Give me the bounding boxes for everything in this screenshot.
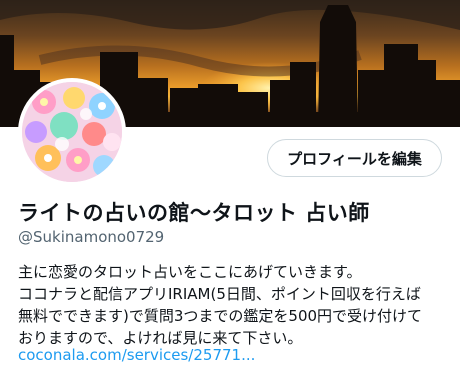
edit-profile-button[interactable]: プロフィールを編集 xyxy=(267,139,442,177)
flower-collage-image xyxy=(22,82,122,182)
bio-line: ココナラと配信アプリIRIAM(5日間、ポイント回収を行えば xyxy=(18,285,421,303)
profile-display-name: ライトの占いの館〜タロット 占い師 xyxy=(18,201,370,225)
bio-line: 主に恋愛のタロット占いをここにあげていきます。 xyxy=(18,263,362,281)
profile-website-link[interactable]: coconala.com/services/25771... xyxy=(18,346,255,364)
bio-line: 無料でできます)で質問3つまでの鑑定を500円で受け付けて xyxy=(18,307,423,325)
profile-handle: @Sukinamono0729 xyxy=(18,228,165,246)
profile-avatar[interactable] xyxy=(18,78,126,186)
profile-bio: 主に恋愛のタロット占いをここにあげていきます。 ココナラと配信アプリIRIAM(… xyxy=(18,261,448,349)
